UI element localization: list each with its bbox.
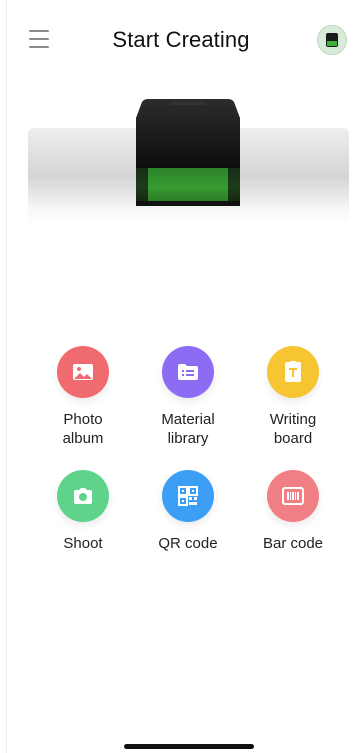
qr-code-button[interactable]: QR code — [133, 470, 243, 553]
photo-album-button[interactable]: Photo album — [28, 346, 138, 448]
barcode-icon — [282, 487, 304, 505]
writing-board-icon-circle — [267, 346, 319, 398]
header: Start Creating — [0, 0, 362, 78]
bar-code-button[interactable]: Bar code — [238, 470, 348, 553]
feature-label: Material library — [161, 411, 215, 447]
left-edge-line — [6, 0, 7, 753]
feature-label: Bar code — [262, 535, 324, 552]
image-icon — [73, 364, 93, 380]
page-title: Start Creating — [112, 27, 250, 52]
qr-code-icon — [178, 486, 198, 506]
feature-label: Shoot — [63, 535, 103, 552]
printer-icon — [326, 33, 338, 47]
camera-icon — [74, 488, 92, 504]
material-library-icon-circle — [162, 346, 214, 398]
home-indicator[interactable] — [124, 744, 254, 749]
text-board-icon — [285, 361, 301, 382]
photo-album-icon-circle — [57, 346, 109, 398]
device-avatar[interactable] — [317, 25, 347, 55]
qr-code-icon-circle — [162, 470, 214, 522]
laser-engraver-image — [136, 99, 240, 206]
material-library-button[interactable]: Material library — [133, 346, 243, 448]
shoot-icon-circle — [57, 470, 109, 522]
feature-label: Photo album — [62, 411, 104, 447]
feature-label: QR code — [158, 535, 218, 552]
bar-code-icon-circle — [267, 470, 319, 522]
writing-board-button[interactable]: Writing board — [238, 346, 348, 448]
folder-list-icon — [178, 364, 198, 380]
feature-label: Writing board — [269, 411, 317, 447]
shoot-button[interactable]: Shoot — [28, 470, 138, 553]
